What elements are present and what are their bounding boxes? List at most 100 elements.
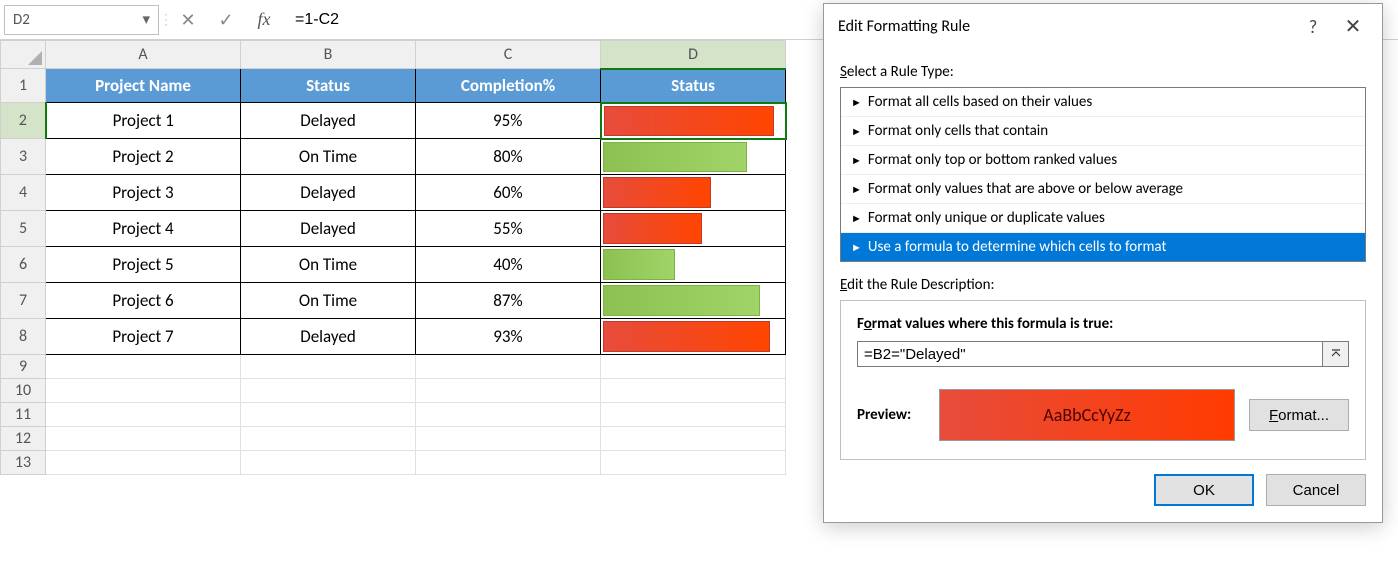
cell-completion[interactable]: 55% [416,211,601,247]
row-header-6[interactable]: 6 [1,247,46,283]
cell-status[interactable]: Delayed [241,175,416,211]
row-header-8[interactable]: 8 [1,319,46,355]
rule-type-text: Format all cells based on their values [868,93,1092,111]
cell-completion[interactable]: 40% [416,247,601,283]
rule-type-item[interactable]: ►Format only unique or duplicate values [841,204,1365,233]
cell-completion[interactable]: 95% [416,103,601,139]
empty-cell[interactable] [46,355,241,379]
cell-completion[interactable]: 87% [416,283,601,319]
cancel-button[interactable]: Cancel [1266,474,1366,506]
empty-cell[interactable] [241,355,416,379]
cell-project[interactable]: Project 4 [46,211,241,247]
cell-project[interactable]: Project 5 [46,247,241,283]
ok-button[interactable]: OK [1154,474,1254,506]
cell-completion[interactable]: 80% [416,139,601,175]
cell-status[interactable]: On Time [241,247,416,283]
dialog-title: Edit Formatting Rule [838,17,1298,36]
chevron-down-icon[interactable]: ▾ [142,10,150,29]
empty-cell[interactable] [601,355,786,379]
empty-cell[interactable] [416,451,601,475]
empty-cell[interactable] [241,451,416,475]
empty-cell[interactable] [416,379,601,403]
empty-cell[interactable] [601,427,786,451]
empty-cell[interactable] [416,403,601,427]
header-project-name[interactable]: Project Name [46,69,241,103]
row-header-4[interactable]: 4 [1,175,46,211]
column-header-c[interactable]: C [416,41,601,69]
accept-formula-button[interactable]: ✓ [207,5,245,35]
progress-bar [603,285,760,316]
empty-cell[interactable] [241,403,416,427]
column-header-a[interactable]: A [46,41,241,69]
format-button[interactable]: Format... [1249,399,1349,431]
cell-status-bar[interactable] [601,211,786,247]
empty-cell[interactable] [416,427,601,451]
rule-type-item[interactable]: ►Format only values that are above or be… [841,175,1365,204]
cell-status-bar[interactable] [601,103,786,139]
empty-cell[interactable] [416,355,601,379]
empty-cell[interactable] [241,427,416,451]
row-header-2[interactable]: 2 [1,103,46,139]
empty-cell[interactable] [601,379,786,403]
cell-project[interactable]: Project 3 [46,175,241,211]
cell-project[interactable]: Project 2 [46,139,241,175]
empty-cell[interactable] [46,379,241,403]
cell-status-bar[interactable] [601,139,786,175]
cell-status-bar[interactable] [601,319,786,355]
cell-status-bar[interactable] [601,175,786,211]
formula-input-field[interactable] [857,341,1323,367]
cell-project[interactable]: Project 7 [46,319,241,355]
rule-type-item[interactable]: ►Format only top or bottom ranked values [841,146,1365,175]
cell-completion[interactable]: 60% [416,175,601,211]
cell-status-bar[interactable] [601,283,786,319]
cell-status[interactable]: On Time [241,139,416,175]
name-box-value: D2 [13,11,30,29]
header-status[interactable]: Status [241,69,416,103]
header-status2[interactable]: Status [601,69,786,103]
row-header-7[interactable]: 7 [1,283,46,319]
row-header-12[interactable]: 12 [1,427,46,451]
cell-project[interactable]: Project 1 [46,103,241,139]
arrow-icon: ► [851,241,862,254]
empty-cell[interactable] [46,451,241,475]
empty-cell[interactable] [46,403,241,427]
cell-status[interactable]: Delayed [241,319,416,355]
rule-type-item[interactable]: ►Format only cells that contain [841,117,1365,146]
cell-status-bar[interactable] [601,247,786,283]
row-header-9[interactable]: 9 [1,355,46,379]
edit-description-label: Edit the Rule Description: [840,276,1366,294]
rule-type-item[interactable]: ►Format all cells based on their values [841,88,1365,117]
name-box[interactable]: D2 ▾ [4,5,159,35]
collapse-dialog-icon[interactable] [1323,341,1349,367]
row-header-5[interactable]: 5 [1,211,46,247]
row-header-3[interactable]: 3 [1,139,46,175]
close-button[interactable]: ✕ [1338,14,1368,39]
row-header-10[interactable]: 10 [1,379,46,403]
rule-type-text: Format only top or bottom ranked values [868,151,1117,169]
help-button[interactable]: ? [1298,16,1328,38]
progress-bar [604,106,774,136]
cell-status[interactable]: Delayed [241,211,416,247]
rule-description-box: Format values where this formula is true… [840,300,1366,460]
select-all-corner[interactable] [1,41,46,69]
cell-project[interactable]: Project 6 [46,283,241,319]
cell-status[interactable]: On Time [241,283,416,319]
empty-cell[interactable] [241,379,416,403]
rule-type-list: ►Format all cells based on their values►… [840,87,1366,262]
cancel-formula-button[interactable]: ✕ [169,5,207,35]
column-header-b[interactable]: B [241,41,416,69]
fx-button[interactable]: fx [245,5,283,35]
empty-cell[interactable] [601,403,786,427]
column-header-d[interactable]: D [601,41,786,69]
empty-cell[interactable] [601,451,786,475]
empty-cell[interactable] [46,427,241,451]
row-header-11[interactable]: 11 [1,403,46,427]
progress-bar [603,321,770,352]
row-header-1[interactable]: 1 [1,69,46,103]
progress-bar [603,142,747,173]
cell-status[interactable]: Delayed [241,103,416,139]
row-header-13[interactable]: 13 [1,451,46,475]
header-completion[interactable]: Completion% [416,69,601,103]
rule-type-item[interactable]: ►Use a formula to determine which cells … [841,233,1365,261]
cell-completion[interactable]: 93% [416,319,601,355]
